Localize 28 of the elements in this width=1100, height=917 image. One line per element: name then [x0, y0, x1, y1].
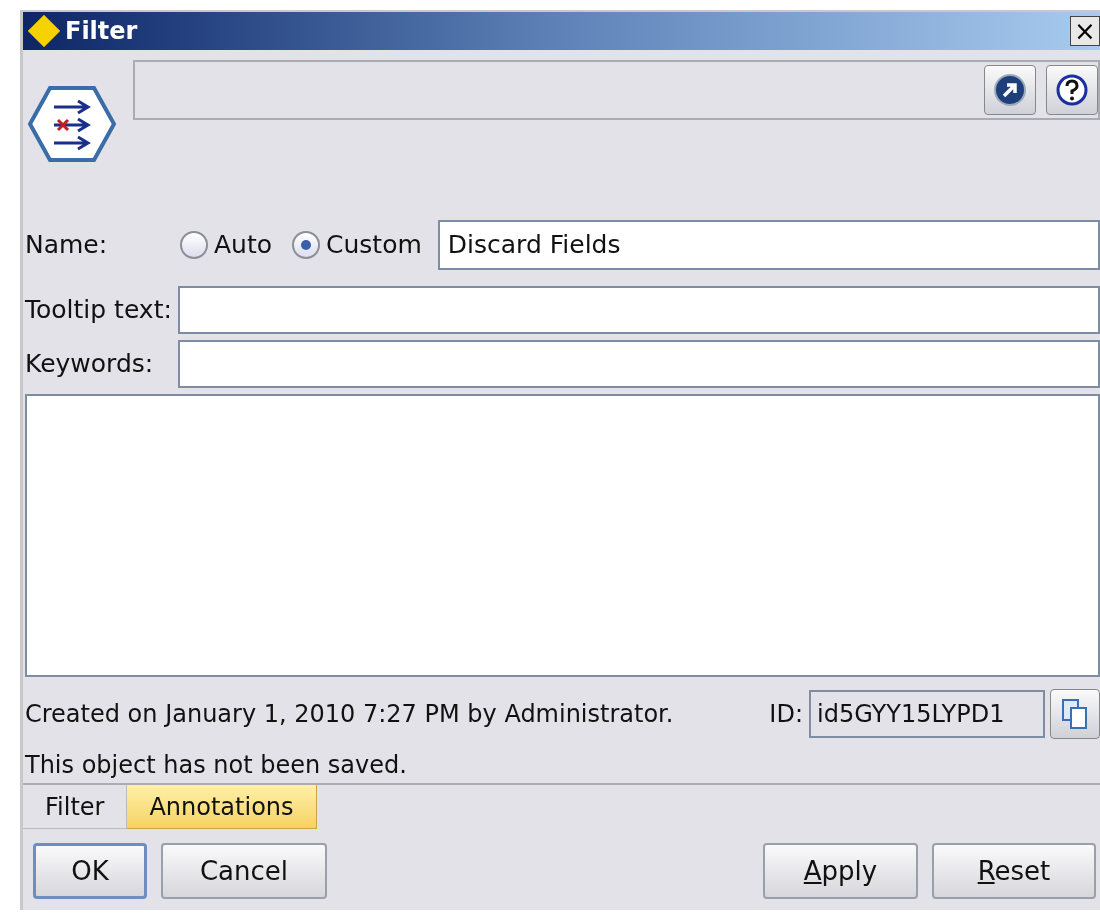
- radio-button[interactable]: [292, 231, 321, 259]
- copy-button[interactable]: [1050, 689, 1100, 739]
- keywords-field[interactable]: [178, 340, 1100, 388]
- ok-button[interactable]: OK: [33, 843, 147, 899]
- reset-button[interactable]: Reset: [932, 843, 1096, 899]
- name-label: Name:: [24, 229, 109, 262]
- id-field: id5GYY15LYPD1: [809, 690, 1045, 738]
- filter-node-icon: [28, 85, 116, 163]
- radio-label: Custom: [326, 229, 422, 262]
- keywords-label: Keywords:: [24, 348, 155, 381]
- copy-icon: [1060, 698, 1090, 730]
- window-title: Filter: [65, 16, 138, 47]
- tooltip-label: Tooltip text:: [24, 294, 173, 327]
- save-status-text: This object has not been saved.: [24, 750, 408, 781]
- help-button[interactable]: [1046, 65, 1098, 115]
- apply-button[interactable]: Apply: [763, 843, 918, 899]
- help-icon: [1055, 73, 1089, 107]
- diamond-icon: [27, 14, 61, 48]
- id-label: ID:: [769, 699, 803, 730]
- cancel-button[interactable]: Cancel: [161, 843, 327, 899]
- goto-button[interactable]: [984, 65, 1036, 115]
- radio-label: Auto: [214, 229, 273, 262]
- close-button[interactable]: ×: [1070, 16, 1100, 46]
- name-field[interactable]: Discard Fields: [437, 220, 1100, 270]
- tab[interactable]: Annotations: [127, 785, 317, 829]
- created-info: Created on January 1, 2010 7:27 PM by Administrator.: [24, 699, 674, 730]
- tooltip-field[interactable]: [178, 286, 1100, 334]
- radio-button[interactable]: [180, 231, 208, 259]
